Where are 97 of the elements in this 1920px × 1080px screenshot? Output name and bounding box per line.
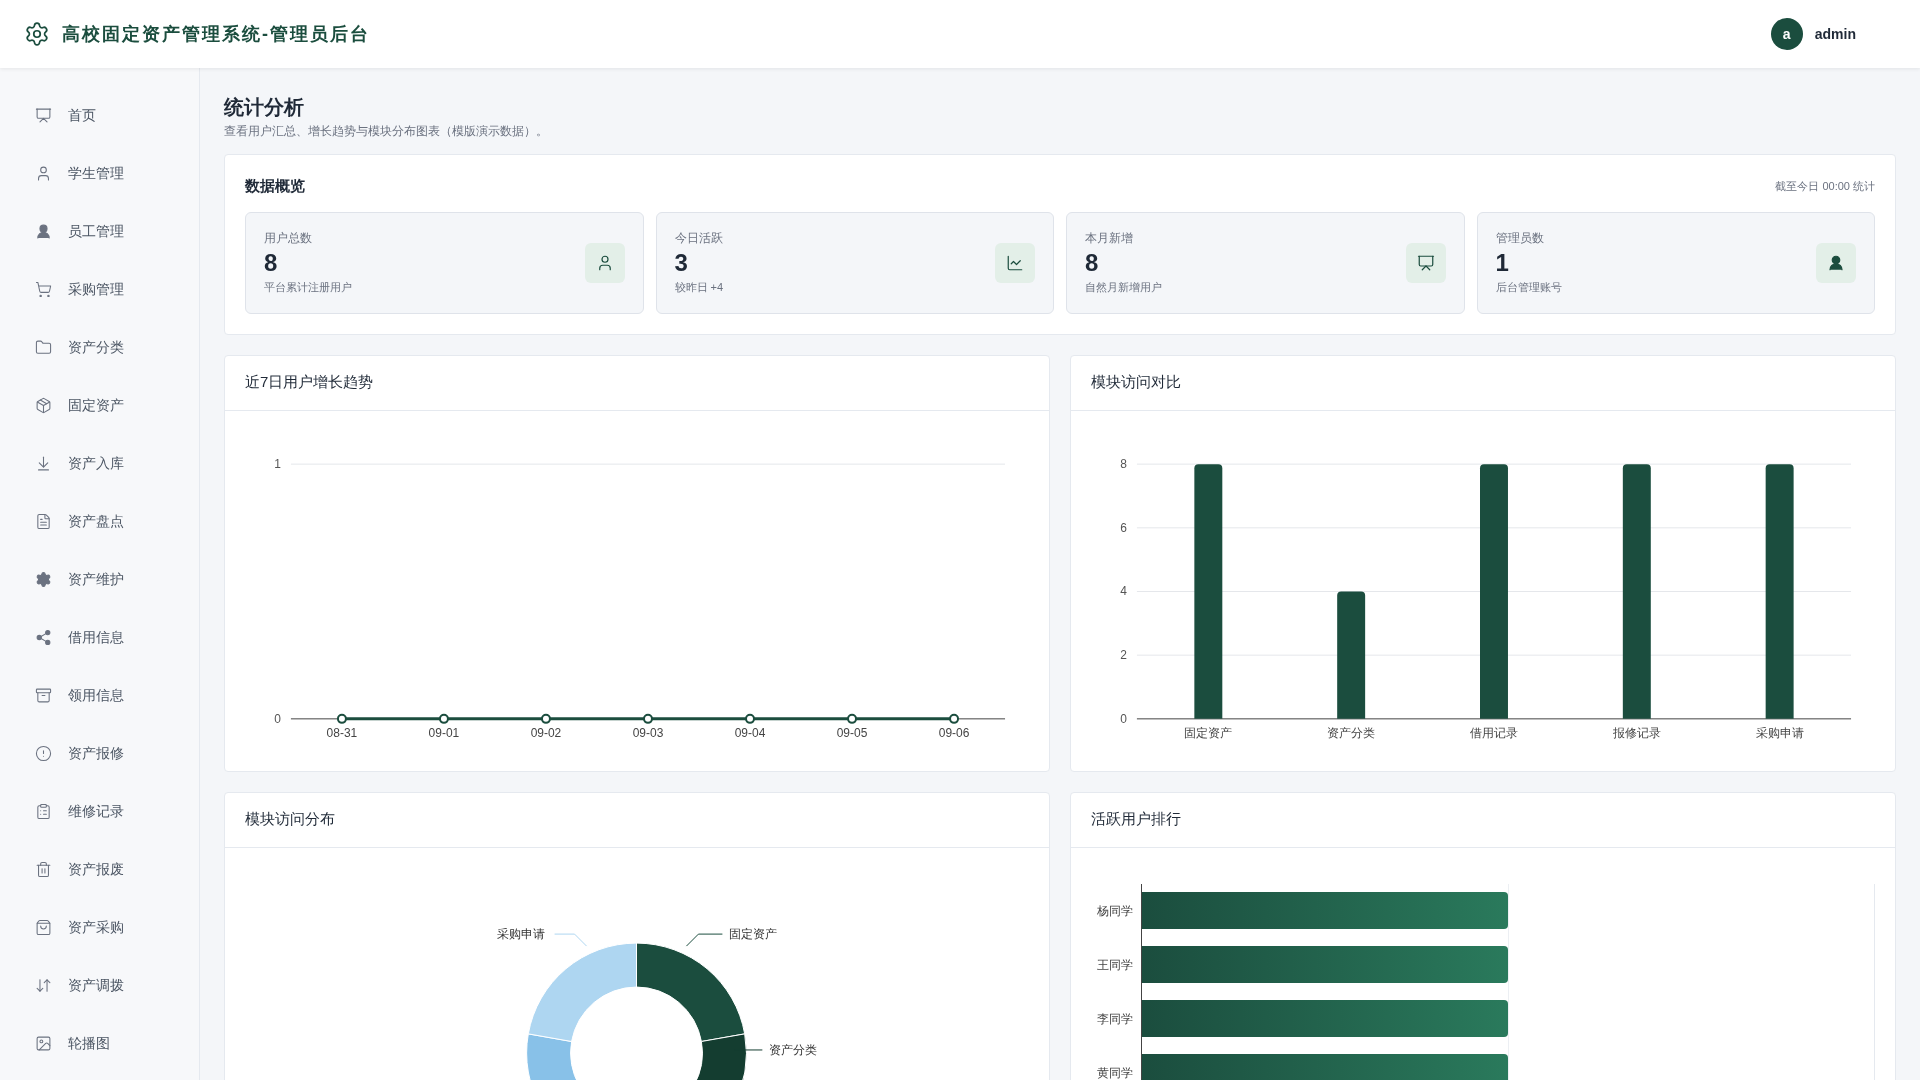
axis-tick-label: 09-02: [530, 725, 562, 740]
stat-caption: 后台管理账号: [1495, 280, 1562, 296]
nav-icon: [35, 918, 52, 936]
axis-tick-label: 采购申请: [1755, 725, 1804, 740]
sidebar-item[interactable]: 借用信息: [0, 608, 199, 666]
axis-tick-label: 09-05: [836, 725, 868, 740]
slice-label: 采购申请: [496, 926, 545, 941]
axis-tick-label: 0: [1120, 711, 1127, 726]
data-point: [438, 713, 449, 724]
nav-icon: [35, 976, 52, 994]
axis-tick-label: 固定资产: [1184, 725, 1233, 740]
nav-icon: [35, 164, 52, 182]
sidebar-item[interactable]: 采购管理: [0, 260, 199, 318]
stat-value: 3: [674, 248, 689, 279]
user-label: 李同学: [1096, 1010, 1134, 1028]
stat-caption: 平台累计注册用户: [264, 280, 352, 296]
stat-value: 1: [1495, 248, 1510, 279]
axis-tick-label: 1: [274, 456, 281, 471]
axis-tick-label: 6: [1120, 520, 1127, 535]
sidebar-item[interactable]: 学生管理: [0, 144, 199, 202]
axis-tick-label: 8: [1120, 456, 1127, 471]
nav-icon: [35, 454, 52, 472]
sidebar-item[interactable]: 资产调拨: [0, 956, 199, 1014]
user-avatar[interactable]: a: [1770, 18, 1803, 50]
nav-icon: [35, 686, 52, 704]
page-subtitle: 查看用户汇总、增长趋势与模块分布图表（模版演示数据）。: [224, 123, 549, 140]
sidebar-item[interactable]: 资产维护: [0, 550, 199, 608]
user-name[interactable]: admin: [1814, 23, 1856, 45]
sidebar-item[interactable]: 资产入库: [0, 434, 199, 492]
axis-tick-label: 08-31: [326, 725, 358, 740]
axis-tick-label: 报修记录: [1612, 725, 1661, 740]
user-label: 王同学: [1096, 956, 1134, 974]
settings-icon: [24, 21, 50, 47]
axis-tick-label: 2: [1120, 647, 1127, 662]
data-point: [643, 713, 653, 724]
leader-line: [554, 933, 588, 947]
user-label: 黄同学: [1096, 1064, 1134, 1080]
sidebar-item[interactable]: 员工管理: [0, 202, 199, 260]
user-label: 杨同学: [1096, 902, 1134, 920]
axis-tick-label: 借用记录: [1470, 725, 1518, 740]
sidebar-item[interactable]: 轮播图: [0, 1014, 199, 1072]
nav-icon: [35, 512, 52, 530]
card-title: 近7日用户增长趋势: [245, 372, 374, 393]
stats-note: 截至今日 00:00 统计: [1775, 179, 1875, 194]
nav-icon: [35, 570, 52, 588]
section-title: 数据概览: [245, 176, 305, 196]
nav-icon: [35, 106, 52, 124]
nav-icon: [35, 860, 52, 878]
data-point: [336, 713, 347, 724]
sidebar-item[interactable]: 资产采购: [0, 898, 199, 956]
axis-tick-label: 0: [274, 711, 281, 726]
stat-caption: 较昨日 +4: [674, 280, 724, 296]
card-title: 模块访问对比: [1091, 372, 1181, 393]
sidebar-item[interactable]: 维修记录: [0, 782, 199, 840]
sidebar-item[interactable]: 固定资产: [0, 376, 199, 434]
slice-label: 固定资产: [729, 926, 778, 941]
nav-icon: [35, 396, 52, 414]
nav-icon: [35, 628, 52, 646]
card-title: 活跃用户排行: [1091, 809, 1181, 830]
data-point: [949, 713, 960, 724]
sidebar-item[interactable]: 资产分类: [0, 318, 199, 376]
axis-tick-label: 资产分类: [1327, 725, 1376, 740]
stat-label: 今日活跃: [674, 230, 724, 248]
sidebar-item[interactable]: 领用信息: [0, 666, 199, 724]
stat-icon: [995, 242, 1035, 283]
stat-caption: 自然月新增用户: [1085, 280, 1162, 296]
data-point: [847, 713, 857, 724]
sidebar-item[interactable]: 资产盘点: [0, 492, 199, 550]
nav-icon: [35, 338, 52, 356]
nav-icon: [35, 744, 52, 762]
slice-label: 资产分类: [769, 1042, 818, 1057]
data-point: [540, 713, 551, 724]
axis-tick-label: 09-06: [938, 725, 970, 740]
stat-value: 8: [264, 248, 279, 279]
nav-icon: [35, 280, 52, 298]
stat-icon: [584, 242, 625, 283]
leader-line: [685, 933, 723, 947]
axis-tick-label: 09-03: [632, 725, 664, 740]
sidebar-item[interactable]: 资产报修: [0, 724, 199, 782]
axis-tick-label: 09-01: [428, 725, 460, 740]
nav-icon: [35, 222, 52, 240]
stat-icon: [1816, 242, 1856, 283]
app-title: 高校固定资产管理系统-管理员后台: [62, 22, 370, 46]
nav-icon: [35, 1034, 52, 1052]
axis-tick-label: 4: [1120, 584, 1127, 598]
axis-tick-label: 09-04: [734, 725, 766, 740]
nav-icon: [35, 802, 52, 820]
stat-label: 管理员数: [1495, 230, 1545, 248]
card-title: 模块访问分布: [245, 809, 335, 830]
stat-label: 用户总数: [264, 230, 313, 248]
stat-icon: [1405, 242, 1446, 283]
sidebar-item[interactable]: 首页: [0, 86, 199, 144]
page-title: 统计分析: [224, 95, 305, 120]
data-point: [745, 713, 755, 724]
stat-label: 本月新增: [1085, 230, 1134, 248]
stat-value: 8: [1085, 248, 1100, 279]
sidebar-item[interactable]: 资产报废: [0, 840, 199, 898]
